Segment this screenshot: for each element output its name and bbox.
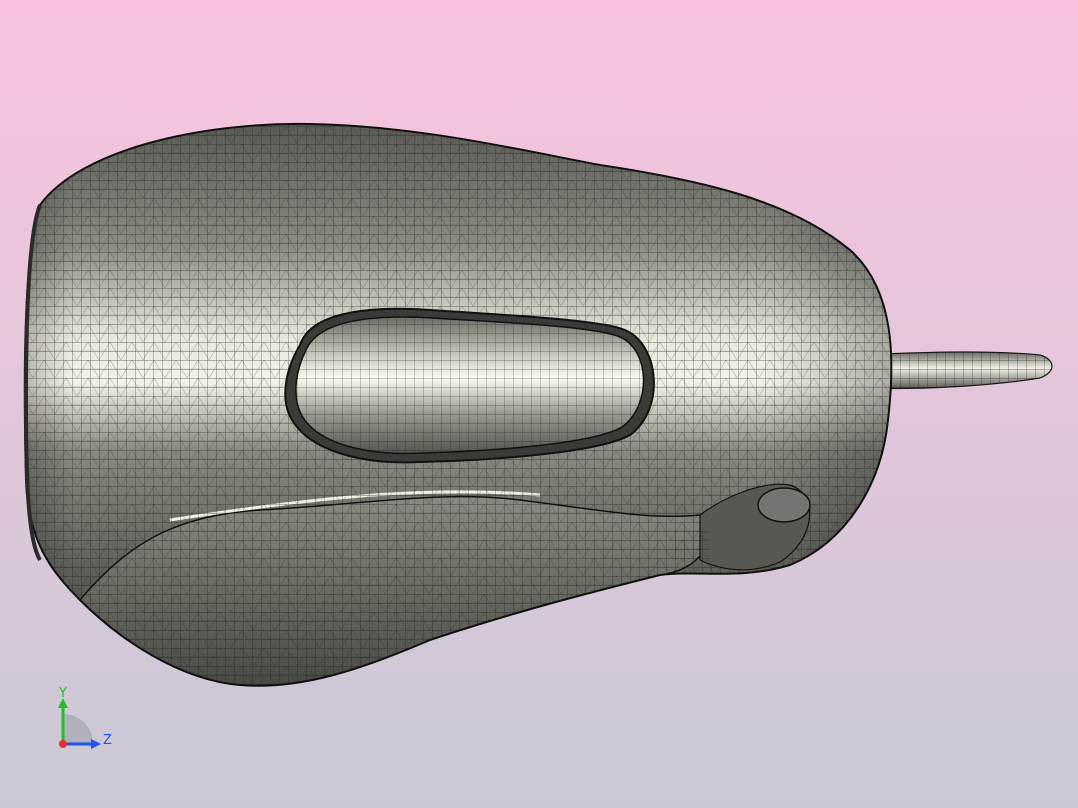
axis-triad: Y Z	[58, 686, 112, 749]
z-arrow-icon	[91, 739, 101, 749]
x-axis-point	[59, 740, 67, 748]
z-axis-label: Z	[103, 733, 112, 748]
mesh-model[interactable]	[0, 0, 1078, 808]
3d-viewport[interactable]: Y Z	[0, 0, 1078, 808]
y-axis-label: Y	[58, 686, 67, 701]
button-pad	[284, 307, 655, 464]
